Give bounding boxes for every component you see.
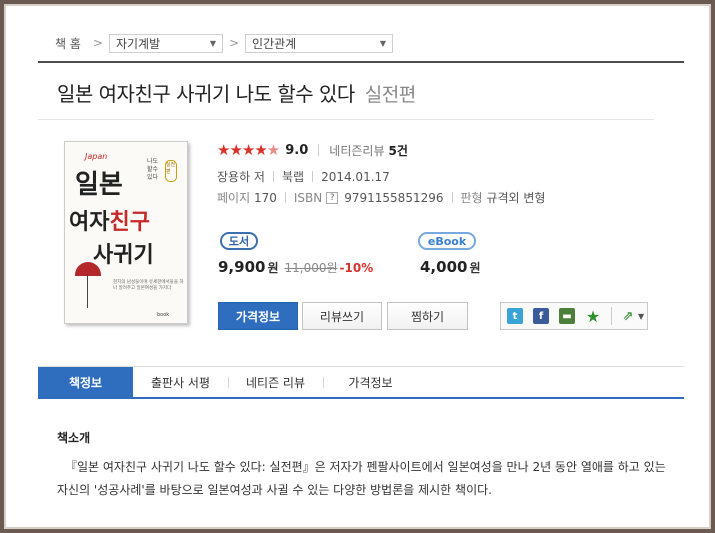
chevron-down-icon: ▼: [379, 38, 387, 48]
review-label[interactable]: 네티즌리뷰: [329, 142, 384, 159]
share-toolbar: t f ▬ ★ ⇗ ▼: [500, 302, 648, 330]
cover-text-line2: 여자친구: [69, 209, 150, 235]
book-subtitle: 실전편: [364, 84, 416, 106]
cover-text-japan: Japan: [85, 152, 108, 161]
ebook-price-value: 4,000: [420, 258, 468, 276]
category-select-2-value: 인간관계: [252, 36, 297, 51]
author-row: 장용하 저 북랩 2014.01.17: [217, 168, 390, 185]
breadcrumb-separator: >: [92, 36, 103, 50]
divider: [38, 61, 684, 63]
cover-publisher-logo: book: [157, 312, 170, 318]
isbn-help-icon[interactable]: ?: [326, 191, 339, 204]
category-select-2[interactable]: 인간관계 ▼: [245, 33, 394, 53]
share-icon[interactable]: ⇗: [620, 308, 636, 324]
tab-publisher-review[interactable]: 출판사 서평: [133, 367, 228, 397]
divider: [284, 192, 286, 203]
ebook-badge[interactable]: eBook: [418, 232, 476, 250]
divider: [318, 144, 320, 156]
intro-heading: 책소개: [57, 431, 91, 445]
discount-rate: -10%: [339, 261, 374, 275]
book-badge: 도서: [220, 232, 258, 250]
divider: [611, 307, 612, 325]
cover-small-text: 현지의 남성들이며 유세한에서들을 하나 알려주고 일본여성을 가지다: [113, 280, 184, 291]
currency-unit: 원: [469, 261, 481, 275]
me2day-icon[interactable]: ▬: [559, 308, 575, 324]
twitter-icon[interactable]: t: [507, 308, 523, 324]
cover-badge: 실전편: [165, 160, 177, 182]
intro-text: 『일본 여자친구 사귀기 나도 할수 있다: 실전편』은 저자가 펜팔사이트에서…: [57, 460, 666, 497]
format-value: 규격외 변형: [486, 191, 546, 205]
category-select-1[interactable]: 자기계발 ▼: [108, 33, 223, 53]
divider: [38, 119, 654, 120]
cover-text-line3: 사귀기: [93, 242, 154, 268]
publish-date: 2014.01.17: [321, 169, 390, 184]
tab-book-info[interactable]: 책정보: [38, 367, 133, 397]
breadcrumb-separator: >: [228, 36, 240, 50]
price-info-button[interactable]: 가격정보: [218, 302, 298, 330]
ebook-price: 4,000 원: [420, 258, 481, 276]
author[interactable]: 장용하 저: [217, 168, 265, 185]
book-price: 9,900 원 11,000원 -10%: [218, 258, 373, 276]
divider: [272, 171, 274, 182]
detail-row: 페이지 170 ISBN ? 9791155851296 판형 규격외 변형: [217, 189, 545, 206]
favorite-icon[interactable]: ★: [585, 307, 601, 326]
facebook-icon[interactable]: f: [533, 308, 549, 324]
currency-unit: 원: [267, 261, 279, 275]
rating-score: 9.0: [285, 142, 309, 158]
chevron-down-icon: ▼: [209, 38, 216, 48]
isbn-value: 9791155851296: [344, 190, 444, 205]
tab-price-info[interactable]: 가격정보: [323, 367, 418, 397]
chevron-down-icon[interactable]: ▼: [638, 312, 644, 321]
tab-netizen-review[interactable]: 네티즌 리뷰: [228, 367, 323, 397]
umbrella-pole: [87, 274, 88, 308]
wish-button[interactable]: 찜하기: [387, 302, 468, 330]
rating-row: ★★★★★ 9.0 네티즌리뷰 5건: [217, 141, 408, 159]
publisher[interactable]: 북랩: [282, 168, 304, 185]
breadcrumb-home[interactable]: 책 홈: [55, 35, 81, 52]
cover-tagline: 나도 할수 있다: [147, 158, 159, 181]
review-count[interactable]: 5건: [388, 142, 407, 159]
write-review-button[interactable]: 리뷰쓰기: [302, 302, 382, 330]
star-rating-icon: ★★★★★: [217, 141, 280, 159]
divider: [312, 171, 314, 182]
book-cover-image[interactable]: Japan 일본 나도 할수 있다 실전편 여자친구 사귀기 현지의 남성들이며…: [64, 141, 188, 324]
isbn-label: ISBN: [293, 190, 323, 205]
book-price-value: 9,900: [218, 258, 266, 276]
tab-bar: 책정보 출판사 서평 네티즌 리뷰 가격정보: [38, 366, 684, 399]
page-title: 일본 여자친구 사귀기 나도 할수 있다 실전편: [57, 78, 416, 107]
book-title: 일본 여자친구 사귀기 나도 할수 있다: [57, 82, 355, 106]
pages-label: 페이지: [217, 191, 251, 205]
cover-text-line1: 일본: [75, 170, 123, 200]
divider: [451, 192, 453, 203]
format-label: 판형: [460, 191, 483, 205]
breadcrumb: 책 홈 > 자기계발 ▼ > 인간관계 ▼: [55, 33, 394, 53]
pages-value: 170: [253, 190, 277, 205]
category-select-1-value: 자기계발: [115, 36, 161, 51]
original-price: 11,000원: [284, 261, 338, 275]
